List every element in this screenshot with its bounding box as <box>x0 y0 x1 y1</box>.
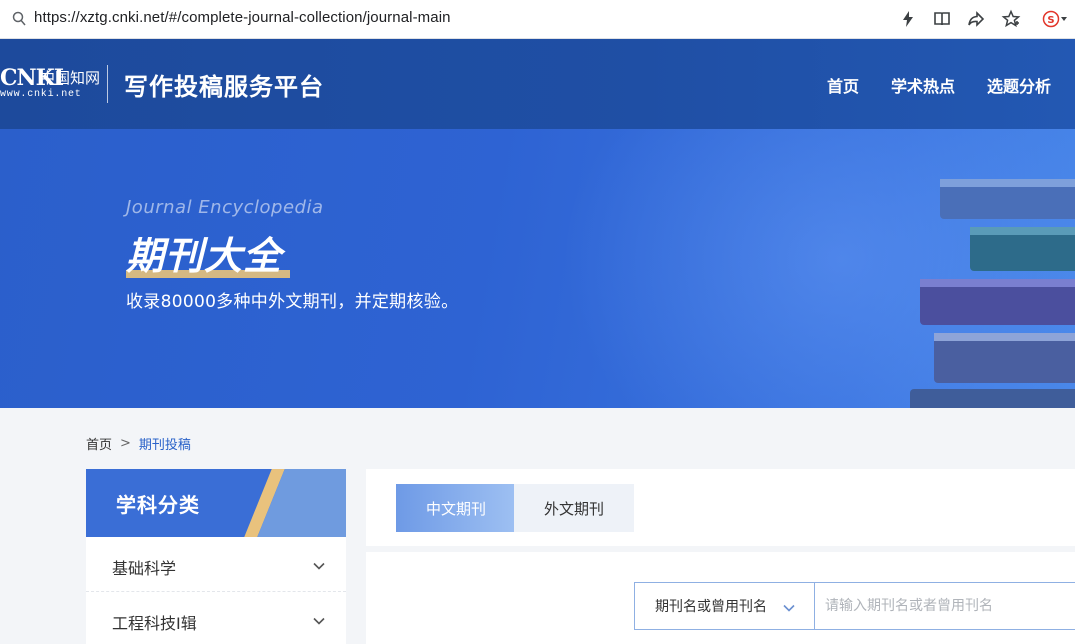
banner-subtitle-en: Journal Encyclopedia <box>126 197 324 218</box>
search-field-select-label: 期刊名或曾用刊名 <box>655 599 767 615</box>
logo-url-text: www.cnki.net <box>0 89 82 100</box>
breadcrumb-current: 期刊投稿 <box>138 438 191 453</box>
bookmark-star-icon[interactable] <box>1001 9 1021 29</box>
nav-item-hot-topics[interactable]: 学术热点 <box>891 73 955 97</box>
logo-divider <box>107 65 108 103</box>
main-nav: 首页 学术热点 选题分析 <box>827 73 1051 97</box>
breadcrumb-separator: > <box>120 436 131 451</box>
journal-search-panel: 期刊名或曾用刊名 <box>366 552 1075 644</box>
banner-title: 期刊大全 <box>126 234 283 278</box>
banner-description: 收录80000多种中外文期刊，并定期核验。 <box>126 292 459 312</box>
extension-menu-icon[interactable]: S <box>1040 9 1070 29</box>
chevron-down-icon[interactable] <box>312 613 326 627</box>
site-header: CNKI 中国知网 www.cnki.net 写作投稿服务平台 首页 学术热点 … <box>0 39 1075 129</box>
site-title: 写作投稿服务平台 <box>124 73 324 101</box>
breadcrumb-home[interactable]: 首页 <box>86 434 112 453</box>
sidebar-item-engineering-1[interactable]: 工程科技Ⅰ辑 <box>86 592 346 644</box>
sidebar-item-basic-science[interactable]: 基础科学 <box>86 537 346 592</box>
sidebar-item-label: 工程科技Ⅰ辑 <box>112 614 197 633</box>
banner-title-wrap: 期刊大全 <box>126 225 290 280</box>
sidebar-header: 学科分类 <box>86 469 346 537</box>
breadcrumb: 首页 > 期刊投稿 <box>86 434 191 453</box>
reader-mode-icon[interactable] <box>932 9 952 29</box>
journal-tabs-panel: 中文期刊 外文期刊 <box>366 469 1075 546</box>
journal-search-input[interactable] <box>814 582 1075 630</box>
sidebar-item-label: 基础科学 <box>112 559 177 578</box>
subject-sidebar: 学科分类 基础科学 工程科技Ⅰ辑 <box>86 469 346 644</box>
cnki-logo[interactable]: CNKI 中国知网 www.cnki.net <box>0 61 100 107</box>
tab-chinese-journals[interactable]: 中文期刊 <box>396 484 516 532</box>
lightning-icon[interactable] <box>898 9 918 29</box>
address-url[interactable]: https://xztg.cnki.net/#/complete-journal… <box>34 9 451 26</box>
sidebar-title: 学科分类 <box>116 493 200 517</box>
svg-text:S: S <box>1047 15 1054 26</box>
search-field-select[interactable]: 期刊名或曾用刊名 <box>634 582 814 630</box>
browser-address-bar: https://xztg.cnki.net/#/complete-journal… <box>0 0 1075 39</box>
chevron-down-icon[interactable] <box>312 558 326 572</box>
book-stack-illustration <box>880 149 1075 408</box>
tab-foreign-journals[interactable]: 外文期刊 <box>514 484 634 532</box>
chevron-down-icon <box>782 600 796 614</box>
share-icon[interactable] <box>966 9 986 29</box>
nav-item-topic-analysis[interactable]: 选题分析 <box>987 73 1051 97</box>
hero-banner: Journal Encyclopedia 期刊大全 收录80000多种中外文期刊… <box>0 129 1075 408</box>
logo-chinese-text: 中国知网 <box>40 69 101 87</box>
search-icon <box>12 11 26 27</box>
nav-item-home[interactable]: 首页 <box>827 73 859 97</box>
